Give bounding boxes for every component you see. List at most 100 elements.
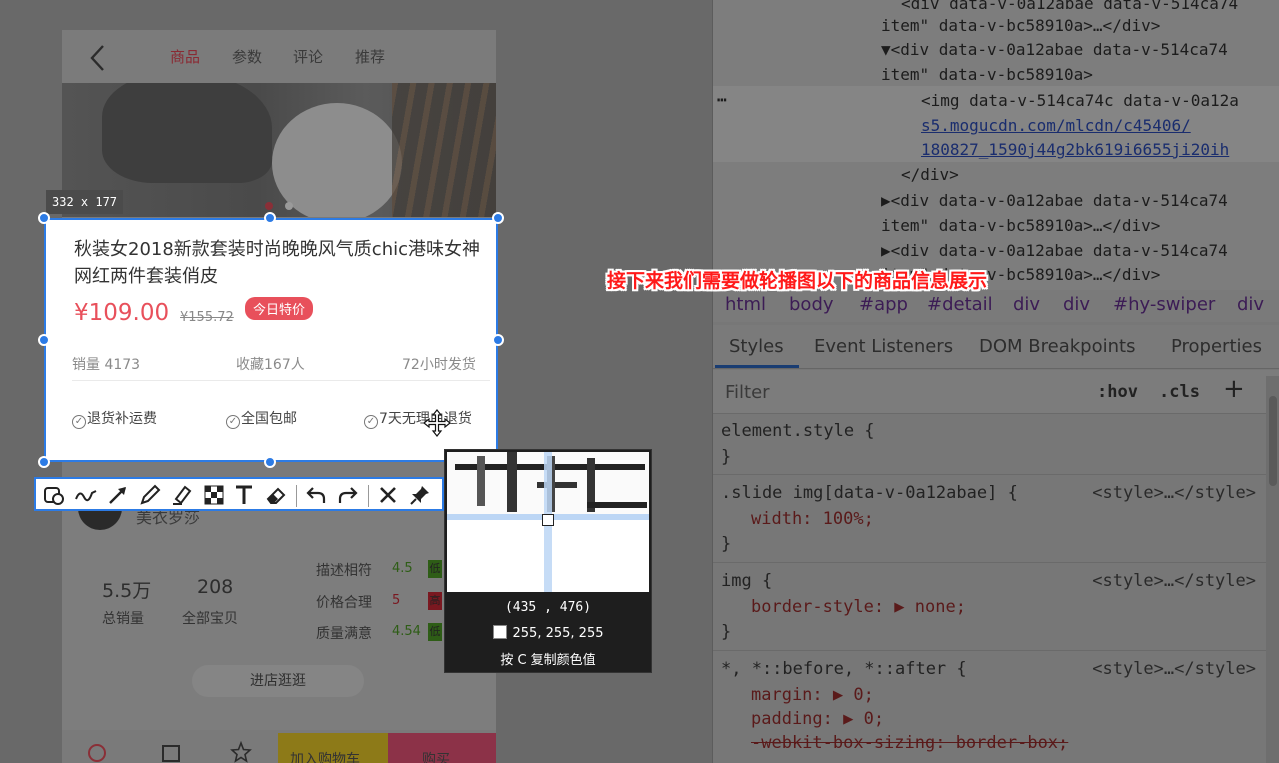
cls-button[interactable]: .cls	[1159, 382, 1200, 402]
score-quality-value: 4.54	[392, 624, 421, 639]
rgb-value: 255, 255, 255	[512, 626, 604, 641]
dom-line[interactable]: <div data-v-0a12abae data-v-514ca74	[901, 0, 1238, 13]
service-label: 全国包邮	[241, 411, 297, 427]
tab-goods[interactable]: 商品	[170, 46, 200, 67]
star-icon[interactable]	[230, 741, 252, 763]
node-menu-icon[interactable]: ⋯	[717, 90, 727, 109]
rule-source-link[interactable]: <style>…</style>	[1092, 483, 1256, 503]
dom-line[interactable]: </div>	[901, 165, 959, 184]
all-items-value: 208	[197, 576, 234, 598]
scrollbar-thumb[interactable]	[1269, 396, 1277, 486]
eraser-tool-icon[interactable]	[264, 483, 288, 507]
curve-tool-icon[interactable]	[74, 483, 98, 507]
highlighter-tool-icon[interactable]	[170, 483, 194, 507]
dom-line[interactable]: item" data-v-bc58910a>…</div>	[881, 16, 1160, 35]
resize-handle-e[interactable]	[492, 334, 504, 346]
shop-icon[interactable]	[160, 741, 182, 763]
deal-badge: 今日特价	[245, 297, 314, 320]
crumb-hy-swiper[interactable]: #hy-swiper	[1113, 294, 1215, 315]
crumb-div[interactable]: div	[1013, 294, 1040, 315]
resize-handle-s[interactable]	[264, 456, 276, 468]
copy-color-hint: 按 C 复制颜色值	[500, 653, 596, 668]
undo-icon[interactable]	[304, 483, 328, 507]
crumb-html[interactable]: html	[725, 294, 766, 315]
toolbar-separator	[296, 485, 297, 507]
enter-shop-button[interactable]: 进店逛逛	[192, 665, 364, 697]
check-circle-icon: ✓	[364, 415, 378, 429]
crumb-app[interactable]: #app	[859, 294, 908, 315]
resize-handle-ne[interactable]	[492, 212, 504, 224]
add-to-cart-button[interactable]: 加入购物车	[278, 733, 388, 763]
product-swiper[interactable]	[62, 83, 496, 217]
video-annotation: 接下来我们需要做轮播图以下的商品信息展示	[607, 270, 988, 292]
dom-link[interactable]: 180827_1590j44g2bk619i6655ji20ih	[921, 140, 1229, 159]
customer-service-icon[interactable]	[86, 741, 108, 763]
check-circle-icon: ✓	[72, 415, 86, 429]
dom-line[interactable]: ▼<div data-v-0a12abae data-v-514ca74	[881, 40, 1228, 59]
rule-selector[interactable]: .slide img[data-v-0a12abae] {	[721, 483, 1018, 503]
shape-tool-icon[interactable]	[42, 483, 66, 507]
tab-params[interactable]: 参数	[232, 46, 262, 67]
swiper-dot[interactable]	[285, 202, 293, 210]
tab-comments[interactable]: 评论	[293, 46, 323, 67]
resize-handle-n[interactable]	[264, 212, 276, 224]
resize-handle-w[interactable]	[38, 334, 50, 346]
rule-property[interactable]: margin: ▶ 0;	[751, 685, 874, 705]
dom-line[interactable]: item" data-v-bc58910a>…</div>	[881, 216, 1160, 235]
rule-source-link[interactable]: <style>…</style>	[1092, 571, 1256, 591]
rule-property[interactable]: width: 100%;	[751, 509, 874, 529]
rule-selector[interactable]: element.style {	[721, 421, 875, 441]
pin-icon[interactable]	[408, 483, 432, 507]
rule-property[interactable]: padding: ▶ 0;	[751, 709, 884, 729]
dom-line[interactable]: ▶<div data-v-0a12abae data-v-514ca74	[881, 191, 1228, 210]
mosaic-tool-icon[interactable]	[202, 483, 226, 507]
crumb-detail[interactable]: #detail	[927, 294, 993, 315]
service-label: 退货补运费	[87, 411, 157, 427]
product-price: ¥109.00	[74, 300, 170, 326]
redo-icon[interactable]	[336, 483, 360, 507]
tab-styles[interactable]: Styles	[729, 336, 784, 357]
swiper-dot-active[interactable]	[265, 202, 273, 210]
arrow-tool-icon[interactable]	[106, 483, 130, 507]
dom-link[interactable]: s5.mogucdn.com/mlcdn/c45406/	[921, 116, 1191, 135]
elements-tree: <div data-v-0a12abae data-v-514ca74 item…	[713, 0, 1279, 290]
dom-line[interactable]: item" data-v-bc58910a>	[881, 65, 1093, 84]
resize-handle-nw[interactable]	[38, 212, 50, 224]
rule-property[interactable]: border-style: ▶ none;	[751, 597, 966, 617]
img-src-link[interactable]: s5.mogucdn.com/mlcdn/c45406/	[921, 116, 1191, 135]
style-rule: *, *::before, *::after { <style>…</style…	[713, 651, 1266, 763]
rule-property-overridden[interactable]: -webkit-box-sizing: border-box;	[751, 733, 1068, 753]
tab-properties[interactable]: Properties	[1171, 336, 1262, 357]
close-icon[interactable]	[376, 483, 400, 507]
back-arrow-icon[interactable]	[86, 44, 110, 72]
img-src-link[interactable]: 180827_1590j44g2bk619i6655ji20ih	[921, 140, 1229, 159]
score-price-label: 价格合理	[316, 595, 372, 611]
rule-selector[interactable]: *, *::before, *::after {	[721, 659, 967, 679]
tab-dom-breakpoints[interactable]: DOM Breakpoints	[979, 336, 1135, 357]
resize-handle-sw[interactable]	[38, 456, 50, 468]
capture-selection[interactable]: 秋装女2018新款套装时尚晚晚风气质chic港味女神网红两件套装俏皮 ¥109.…	[44, 218, 498, 462]
rule-source-link[interactable]: <style>…</style>	[1092, 659, 1256, 679]
buy-button[interactable]: 购买	[388, 733, 496, 763]
crumb-div[interactable]: div	[1237, 294, 1264, 315]
styles-filter-input[interactable]: Filter	[725, 382, 770, 403]
new-style-rule-button[interactable]: +	[1223, 374, 1245, 404]
service-item: ✓ 退货补运费	[72, 408, 157, 429]
dom-line[interactable]: <img data-v-514ca74c data-v-0a12a	[921, 91, 1239, 110]
dom-line[interactable]: ▶<div data-v-0a12abae data-v-514ca74	[881, 241, 1228, 260]
all-items-label: 全部宝贝	[182, 611, 238, 627]
score-price-badge: 高	[428, 592, 442, 610]
divider	[72, 380, 490, 381]
total-sales-value: 5.5万	[102, 580, 152, 602]
swiper-photo-chairs	[392, 83, 496, 217]
tab-event-listeners[interactable]: Event Listeners	[814, 336, 953, 357]
tab-recommend[interactable]: 推荐	[355, 46, 385, 67]
styles-scrollbar[interactable]	[1266, 376, 1279, 763]
rule-selector[interactable]: img {	[721, 571, 772, 591]
product-old-price: ¥155.72	[180, 310, 234, 325]
hov-button[interactable]: :hov	[1097, 382, 1138, 402]
text-tool-icon[interactable]	[232, 483, 256, 507]
crumb-body[interactable]: body	[789, 294, 834, 315]
pen-tool-icon[interactable]	[138, 483, 162, 507]
crumb-div[interactable]: div	[1063, 294, 1090, 315]
